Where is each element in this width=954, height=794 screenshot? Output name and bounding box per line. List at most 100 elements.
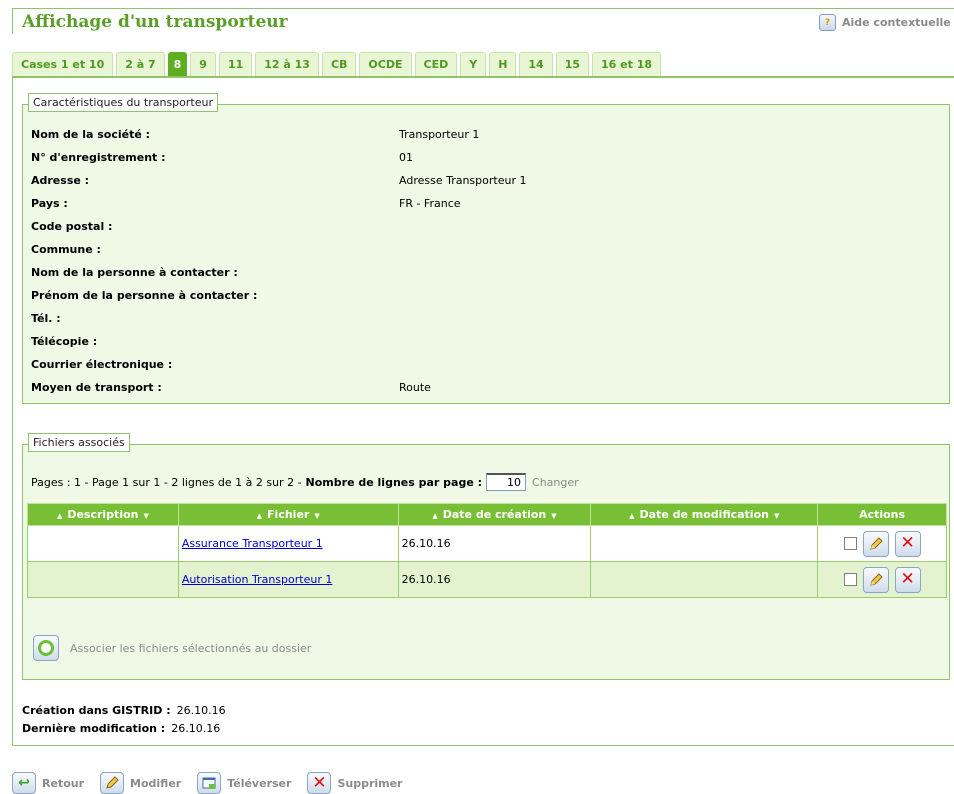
tab-15[interactable]: 15 [555,52,590,76]
cell-file: Autorisation Transporteur 1 [177,561,399,598]
column-header-file[interactable]: ▲ Fichier ▼ [177,503,399,526]
delete-file-button[interactable]: ✕ [894,530,921,557]
cell-creation-date: 26.10.16 [397,561,592,598]
pencil-icon [869,572,883,586]
field-label: Moyen de transport : [31,381,162,394]
help-label: Aide contextuelle [842,16,951,29]
tab-12-13[interactable]: 12 à 13 [255,52,319,76]
edit-label: Modifier [130,776,182,790]
delete-button[interactable]: ✕ Supprimer [307,772,402,794]
sort-descending-icon[interactable]: ▼ [551,512,556,520]
tab-h[interactable]: H [489,52,517,76]
field-value: Route [399,381,431,394]
cell-actions: ✕ [817,561,947,598]
back-label: Retour [42,776,85,790]
carrier-details-legend: Caractéristiques du transporteur [28,93,218,112]
file-link[interactable]: Autorisation Transporteur 1 [182,573,333,586]
field-label: Commune : [31,243,101,256]
tab-2-7[interactable]: 2 à 7 [116,52,165,76]
tab-cb[interactable]: CB [321,52,357,76]
help-icon: ? [819,14,836,31]
sort-ascending-icon[interactable]: ▲ [57,512,62,520]
row-select-checkbox[interactable] [843,573,857,586]
field-value: Adresse Transporteur 1 [399,174,527,187]
upload-label: Téléverser [227,776,292,790]
sort-ascending-icon[interactable]: ▲ [629,512,634,520]
cell-actions: ✕ [817,525,947,562]
sort-descending-icon[interactable]: ▼ [314,512,319,520]
field-value: FR - France [399,197,461,210]
cell-description [27,525,179,562]
column-header-description[interactable]: ▲ Description ▼ [27,503,179,526]
delete-x-icon: ✕ [307,772,332,794]
field-label: N° d'enregistrement : [31,151,166,164]
modification-info: Dernière modification : 26.10.16 [22,722,220,735]
edit-button[interactable]: Modifier [100,772,181,794]
pencil-icon [869,536,883,550]
upload-button[interactable]: Téléverser [197,772,291,794]
pagination-bar: Pages : 1 - Page 1 sur 1 - 2 lignes de 1… [31,473,579,491]
tab-8[interactable]: 8 [167,52,188,76]
edit-file-button[interactable] [862,530,889,557]
field-value: 01 [399,151,413,164]
associate-button-frame [33,635,59,661]
table-header-row: ▲ Description ▼ ▲ Fichier ▼ ▲ Date de créatio… [27,503,947,526]
associated-files-section: Fichiers associés Pages : 1 - Page 1 sur… [22,433,950,680]
cell-creation-date: 26.10.16 [397,525,592,562]
sort-ascending-icon[interactable]: ▲ [257,512,262,520]
field-label: Courrier électronique : [31,358,173,371]
tab-9[interactable]: 9 [190,52,216,76]
sort-descending-icon[interactable]: ▼ [774,512,779,520]
tab-16-18[interactable]: 16 et 18 [592,52,662,76]
delete-x-icon: ✕ [900,533,915,553]
pencil-icon [100,772,125,794]
tab-ocde[interactable]: OCDE [359,52,412,76]
context-help-link[interactable]: ? Aide contextuelle [819,14,951,31]
rows-per-page-label: Nombre de lignes par page : [305,475,483,489]
cell-description [27,561,179,598]
field-label: Pays : [31,197,68,210]
carrier-details-section: Caractéristiques du transporteur Nom de … [22,93,950,404]
cell-file: Assurance Transporteur 1 [177,525,399,562]
column-header-modification-date[interactable]: ▲ Date de modification ▼ [590,503,819,526]
field-label: Nom de la société : [31,128,151,141]
file-link[interactable]: Assurance Transporteur 1 [182,537,323,550]
modification-date: 26.10.16 [171,722,221,735]
tab-ced[interactable]: CED [414,52,458,76]
tab-bar: Cases 1 et 10 2 à 7 8 9 11 12 à 13 CB OC… [12,52,662,76]
associate-files-button[interactable]: Associer les fichiers sélectionnés au do… [33,635,311,661]
column-header-creation-date[interactable]: ▲ Date de création ▼ [397,503,592,526]
field-label: Adresse : [31,174,90,187]
creation-label: Création dans GISTRID : [22,704,171,717]
field-value: Transporteur 1 [399,128,480,141]
field-label: Télécopie : [31,335,98,348]
modification-label: Dernière modification : [22,722,166,735]
tab-cases-1-10[interactable]: Cases 1 et 10 [12,52,114,76]
back-button[interactable]: ↩ Retour [12,772,84,794]
row-select-checkbox[interactable] [843,537,857,550]
tab-14[interactable]: 14 [519,52,553,76]
pagination-text: Pages : 1 - Page 1 sur 1 - 2 lignes de 1… [31,475,302,489]
cell-modification-date [590,525,819,562]
footer-toolbar: ↩ Retour Modifier Téléverser ✕ Supprimer [12,772,410,794]
upload-icon [197,772,222,794]
cell-modification-date [590,561,819,598]
table-row: Assurance Transporteur 1 26.10.16 ✕ [27,525,947,562]
rows-per-page-input[interactable] [486,473,527,491]
associate-label: Associer les fichiers sélectionnés au do… [70,641,312,655]
table-row: Autorisation Transporteur 1 26.10.16 ✕ [27,561,947,598]
edit-file-button[interactable] [862,566,889,593]
field-label: Prénom de la personne à contacter : [31,289,258,302]
back-icon: ↩ [12,772,36,794]
creation-info: Création dans GISTRID : 26.10.16 [22,704,226,717]
tab-y[interactable]: Y [460,52,487,76]
sort-descending-icon[interactable]: ▼ [143,512,148,520]
sort-ascending-icon[interactable]: ▲ [432,512,437,520]
tab-11[interactable]: 11 [218,52,253,76]
delete-x-icon: ✕ [900,569,915,589]
change-button[interactable]: Changer [532,476,579,489]
delete-file-button[interactable]: ✕ [894,566,921,593]
field-label: Code postal : [31,220,113,233]
page-header: Affichage d'un transporteur ? Aide conte… [12,8,954,34]
creation-date: 26.10.16 [176,704,226,717]
